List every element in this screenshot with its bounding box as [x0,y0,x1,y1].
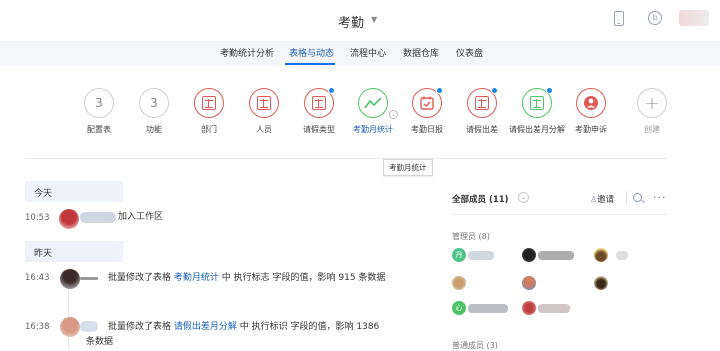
invite-button[interactable]: ♙邀请 [590,193,614,205]
avatar: 心 [452,301,466,315]
group-label-regular: 普通成员 (3) [452,341,498,350]
member-item[interactable] [522,301,574,317]
table-icon [249,88,279,118]
entry-action: 批量修改了表格 [108,273,172,283]
tab-dashboard[interactable]: 仪表盘 [456,46,483,59]
avatar [522,248,536,262]
more-icon[interactable]: ··· [653,191,667,204]
avatar [59,209,79,229]
table-icon [522,87,553,118]
entry-text: 加入工作区 [118,212,164,222]
member-name-redacted [538,304,570,313]
table-icon [194,88,224,118]
entry-text: 批量修改了表格 请假出差月分解 中 执行标识 字段的值，影响 1386 条数据 [86,320,390,350]
update-badge [491,87,498,94]
calendar-icon [412,87,443,118]
tool-create[interactable]: + 创建 [617,88,687,135]
update-badge [546,87,553,94]
timeline-line [68,290,69,320]
tab-process-center[interactable]: 流程中心 [350,46,386,59]
group-label-admins: 管理员 (8) [452,232,490,241]
tab-data-warehouse[interactable]: 数据仓库 [403,46,439,59]
avatar [594,276,608,290]
tool-attendance-appeal[interactable]: 考勤申诉 [556,88,626,135]
tooltip: 考勤月统计 [383,159,433,176]
avatar [594,248,608,262]
member-item[interactable]: 心 [452,301,514,317]
entry-detail: 中 执行标志 字段的值，影响 915 条数据 [221,273,386,283]
member-item[interactable] [522,248,582,264]
member-name-redacted [468,304,508,313]
count-icon: 3 [139,88,169,118]
day-header-yesterday: 昨天 [25,241,123,262]
count-icon: 3 [84,88,114,118]
tool-label: 创建 [644,125,660,134]
entry-time: 16:43 [25,273,50,283]
members-divider [452,214,667,215]
app-title[interactable]: 考勤 [338,12,364,31]
member-item[interactable] [522,276,552,292]
timeline-line [68,337,69,350]
line-chart-icon [358,88,388,118]
entry-time: 10:53 [25,213,50,223]
tab-bar: 考勤统计分析 表格与动态 流程中心 数据仓库 仪表盘 [0,41,720,66]
clock-icon[interactable]: b [648,11,662,25]
entry-text: 批量修改了表格 考勤月统计 中 执行标志 字段的值，影响 915 条数据 [86,271,390,286]
chevron-down-icon[interactable]: ▼ [371,15,377,24]
avatar [60,269,80,289]
day-header-today: 今天 [25,181,123,202]
search-icon[interactable] [633,193,642,202]
person-icon [576,88,606,118]
avatar [60,317,80,337]
plus-icon: + [637,88,667,118]
member-name-redacted [468,251,494,260]
members-title: 全部成员 (11) [452,195,509,205]
user-name-redacted [80,212,116,223]
table-link[interactable]: 请假出差月分解 [174,322,237,332]
tab-tables-and-activity[interactable]: 表格与动态 [289,46,334,59]
table-icon [467,87,498,118]
member-item[interactable] [594,248,634,264]
table-icon [304,87,335,118]
entry-action: 批量修改了表格 [108,322,172,332]
update-badge [436,87,443,94]
section-divider [25,158,667,159]
member-item[interactable]: 丹 [452,248,512,264]
tab-attendance-analysis[interactable]: 考勤统计分析 [220,46,274,59]
avatar: 丹 [452,248,466,262]
table-link[interactable]: 考勤月统计 [174,273,219,283]
member-name-redacted [616,251,628,260]
top-bar: 考勤 ▼ b [0,0,720,41]
avatar [452,276,466,290]
entry-time: 16:38 [25,322,50,332]
avatar [522,301,536,315]
chevron-down-icon[interactable]: ⌄ [518,192,529,203]
invite-label: 邀请 [597,195,615,205]
member-name-redacted [538,251,574,260]
update-badge [328,87,335,94]
tool-label: 考勤申诉 [575,125,607,134]
divider [626,191,627,205]
member-item[interactable] [594,276,624,292]
avatar [522,276,536,290]
phone-icon[interactable] [614,11,624,26]
active-tab-indicator [285,63,335,65]
member-item[interactable] [452,276,482,292]
user-avatar[interactable] [679,10,709,26]
